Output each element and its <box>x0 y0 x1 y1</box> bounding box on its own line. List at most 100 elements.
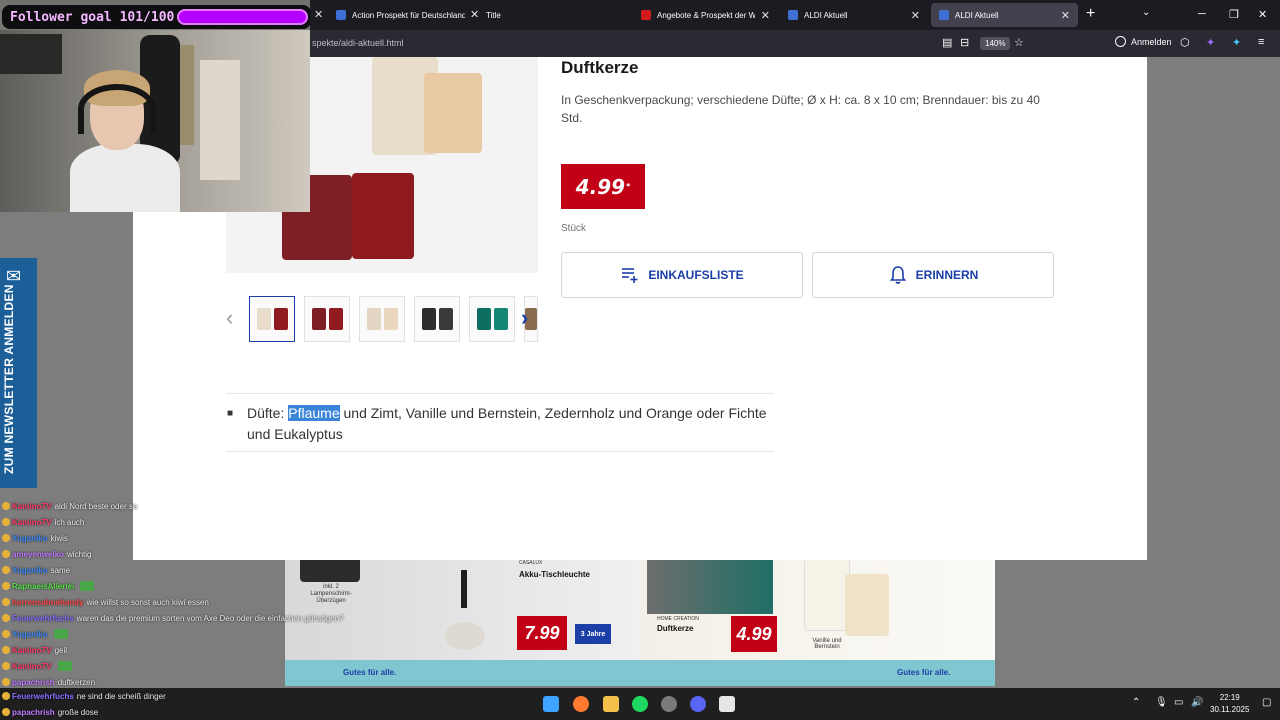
bullet-icon: ■ <box>227 408 234 419</box>
tab-aldi-active[interactable]: ALDI Aktuell ✕ <box>931 3 1078 27</box>
candle-box-image <box>805 560 849 630</box>
windows-start-icon[interactable] <box>543 696 559 712</box>
chat-username: ameyenwelko <box>12 549 65 559</box>
chat-username: Feuerwehrfuchs <box>12 613 74 623</box>
product-title: Duftkerze <box>561 58 639 77</box>
flyer-preview[interactable]: inkl. 2 Lampenschirm-Überzügen CASALUX A… <box>285 560 995 686</box>
save-page-icon[interactable]: ⊟ <box>960 36 969 49</box>
thumbnail-strip: ‹ › <box>226 295 538 343</box>
tab-title: Angebote & Prospekt der Woche <box>657 10 755 20</box>
badge-icon <box>2 502 10 510</box>
tab-aldi-1[interactable]: ALDI Aktuell ✕ <box>780 3 928 27</box>
flyer-left-price: 7.99 <box>517 616 567 650</box>
extensions-icon[interactable]: ⬡ <box>1180 36 1190 49</box>
window-close-icon[interactable]: ✕ <box>1258 8 1267 21</box>
badge-icon <box>2 678 10 686</box>
reminder-button[interactable]: ERINNERN <box>812 252 1054 298</box>
divider <box>226 393 774 394</box>
new-tab-button[interactable]: + <box>1086 5 1095 23</box>
tab-title-page[interactable]: Title <box>478 3 628 27</box>
close-icon[interactable]: ✕ <box>761 9 770 22</box>
selected-text[interactable]: Pflaume <box>288 405 340 421</box>
candle-jar-image <box>352 173 414 259</box>
badge-icon <box>2 518 10 526</box>
close-icon[interactable]: ✕ <box>911 9 920 22</box>
restore-icon[interactable]: ❐ <box>1229 8 1239 21</box>
shopping-list-button[interactable]: EINKAUFSLISTE <box>561 252 803 298</box>
speaker-icon[interactable]: 🔊 <box>1191 697 1203 708</box>
chat-message: KaminoTV <box>0 658 330 674</box>
chat-text: wichtig <box>67 549 92 559</box>
thumbnail[interactable] <box>249 296 295 342</box>
reader-view-icon[interactable]: ▤ <box>942 36 952 49</box>
divider <box>226 451 774 452</box>
lamp-shade-image <box>445 622 485 650</box>
lamp-image <box>461 570 467 608</box>
spotify-icon[interactable] <box>632 696 648 712</box>
bell-icon <box>889 266 906 284</box>
tab-title: Action Prospekt für Deutschland <box>352 10 465 20</box>
streamer-image <box>70 70 180 212</box>
badge-icon <box>2 692 10 700</box>
chat-text: kiwis <box>50 533 68 543</box>
chat-text: geil <box>54 645 68 655</box>
chat-text: wie willst so sonst auch kiwi essen <box>86 597 209 607</box>
flyer-left-title: Akku-Tischleuchte <box>519 570 590 579</box>
chat-text: ich auch <box>54 517 85 527</box>
chat-message: KaminoTV ich auch <box>0 514 330 530</box>
close-icon[interactable]: ✕ <box>314 8 323 21</box>
chevron-up-icon[interactable]: ⌃ <box>1132 697 1140 708</box>
minimize-icon[interactable]: ─ <box>1198 8 1206 20</box>
badge-icon <box>2 534 10 542</box>
headset-icon <box>78 84 156 134</box>
bookmark-star-icon[interactable]: ☆ <box>1014 36 1024 49</box>
thumbnail[interactable] <box>469 296 515 342</box>
tab-angebote[interactable]: Angebote & Prospekt der Woche ✕ <box>633 3 778 27</box>
notifications-icon[interactable]: ▢ <box>1262 697 1271 708</box>
thumbnail[interactable] <box>414 296 460 342</box>
firefox-icon[interactable] <box>573 696 589 712</box>
extension-icon[interactable]: ✦ <box>1232 36 1241 49</box>
scents-prefix: Düfte: <box>247 405 289 421</box>
zoom-level[interactable]: 140% <box>980 37 1011 50</box>
close-icon[interactable]: ✕ <box>1061 9 1070 22</box>
emote-icon <box>80 581 95 591</box>
file-explorer-icon[interactable] <box>603 696 619 712</box>
chat-username: Yuganiko <box>12 533 48 543</box>
chat-text: große dose <box>57 707 99 717</box>
chat-text: waren das die premium sorten vom Axe Deo… <box>76 613 344 623</box>
tab-action-prospekt[interactable]: Action Prospekt für Deutschland <box>328 3 473 27</box>
candles-image <box>647 560 773 614</box>
chat-username: KaminoTV <box>12 501 52 511</box>
newsletter-tab[interactable]: ✉ ZUM NEWSLETTER ANMELDEN <box>0 258 37 488</box>
chevron-right-icon[interactable]: › <box>521 305 528 331</box>
scents-list-item: ■ Düfte: Pflaume und Zimt, Vanille und B… <box>227 403 767 445</box>
chat-text: aldi Nord beste oder so <box>54 501 138 511</box>
close-icon[interactable]: ✕ <box>470 8 479 21</box>
app-icon[interactable] <box>719 696 735 712</box>
chat-username: papachrish <box>12 677 55 687</box>
shopping-list-label: EINKAUFSLISTE <box>648 268 744 282</box>
candle-jar-image <box>424 73 482 153</box>
chevron-left-icon[interactable]: ‹ <box>226 305 233 331</box>
flyer-slogan: Gutes für alle. <box>897 668 951 677</box>
extension-icon[interactable]: ✦ <box>1206 36 1215 49</box>
follower-goal-label: Follower goal 101/100 <box>10 9 175 25</box>
obs-icon[interactable] <box>661 696 677 712</box>
thumbnail[interactable] <box>359 296 405 342</box>
sign-in-button[interactable]: Anmelden <box>1115 36 1172 47</box>
clock-date: 30.11.2025 <box>1210 705 1250 714</box>
discord-icon[interactable] <box>690 696 706 712</box>
chat-username: RaphaelsAllerlei <box>12 581 75 591</box>
microphone-icon[interactable]: 🎙 <box>1155 697 1168 708</box>
network-icon[interactable]: ▭ <box>1174 697 1183 708</box>
chat-message: Yuganiko kiwis <box>0 530 330 546</box>
clock[interactable]: 22:19 30.11.2025 <box>1210 692 1249 716</box>
url-field[interactable]: spekte/aldi-aktuell.html <box>312 38 404 48</box>
sign-in-label: Anmelden <box>1131 36 1172 47</box>
thumbnail[interactable] <box>304 296 350 342</box>
chevron-down-icon[interactable]: ⌄ <box>1142 7 1150 18</box>
flyer-left-brand: CASALUX <box>519 560 543 566</box>
menu-icon[interactable]: ≡ <box>1258 36 1264 48</box>
chat-username: KaminoTV <box>12 645 52 655</box>
